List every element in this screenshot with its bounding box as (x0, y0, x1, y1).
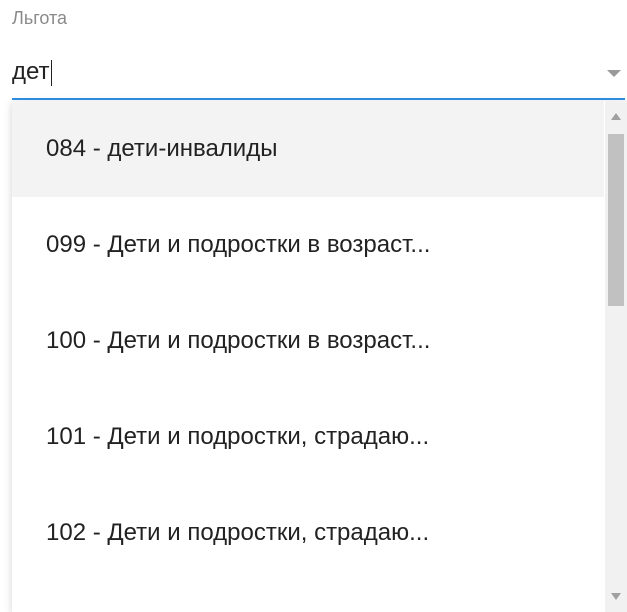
chevron-down-icon[interactable] (607, 70, 621, 77)
list-item[interactable]: 084 - дети-инвалиды (12, 101, 604, 197)
scrollbar-thumb[interactable] (608, 134, 624, 306)
options-list: 084 - дети-инвалиды 099 - Дети и подрост… (12, 101, 604, 581)
list-item[interactable]: 099 - Дети и подростки в возраст... (12, 197, 604, 293)
field-label: Льгота (12, 8, 68, 28)
scroll-down-icon[interactable] (611, 593, 621, 600)
input-value: дет (12, 58, 50, 85)
scroll-up-icon[interactable] (611, 113, 621, 120)
benefit-input[interactable]: дет (12, 50, 625, 100)
scrollbar[interactable] (605, 101, 627, 612)
list-item[interactable]: 100 - Дети и подростки в возраст... (12, 293, 604, 389)
dropdown-menu: 084 - дети-инвалиды 099 - Дети и подрост… (12, 101, 627, 612)
list-item[interactable]: 101 - Дети и подростки, страдаю... (12, 389, 604, 485)
text-caret (50, 59, 52, 86)
list-item[interactable]: 102 - Дети и подростки, страдаю... (12, 485, 604, 581)
